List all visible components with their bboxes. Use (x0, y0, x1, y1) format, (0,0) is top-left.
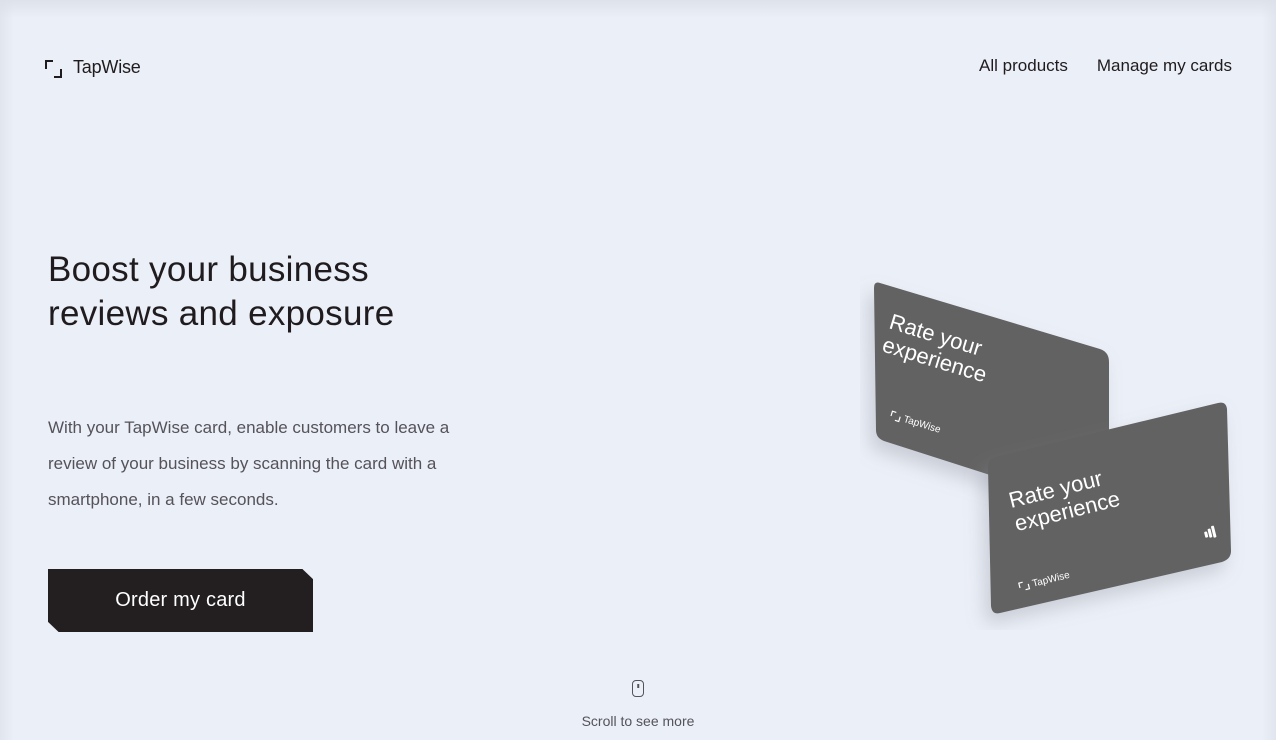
cards-illustration: Rate your experience TapWise Rate your e… (874, 282, 1231, 614)
logo-icon (45, 58, 63, 78)
hero-title: Boost your business reviews and exposure (48, 250, 395, 333)
order-card-button[interactable]: Order my card (48, 569, 313, 632)
scroll-hint-label: Scroll to see more (581, 713, 695, 729)
nav-all-products-link[interactable]: All products (979, 56, 1068, 76)
scroll-hint[interactable]: Scroll to see more (0, 680, 1276, 729)
mouse-icon (632, 680, 644, 697)
nav-manage-cards-link[interactable]: Manage my cards (1097, 56, 1232, 76)
main-nav: All products Manage my cards (979, 56, 1232, 76)
logo-text: TapWise (73, 57, 141, 77)
hero-description: With your TapWise card, enable customers… (48, 418, 450, 509)
logo[interactable]: TapWise (45, 57, 141, 78)
